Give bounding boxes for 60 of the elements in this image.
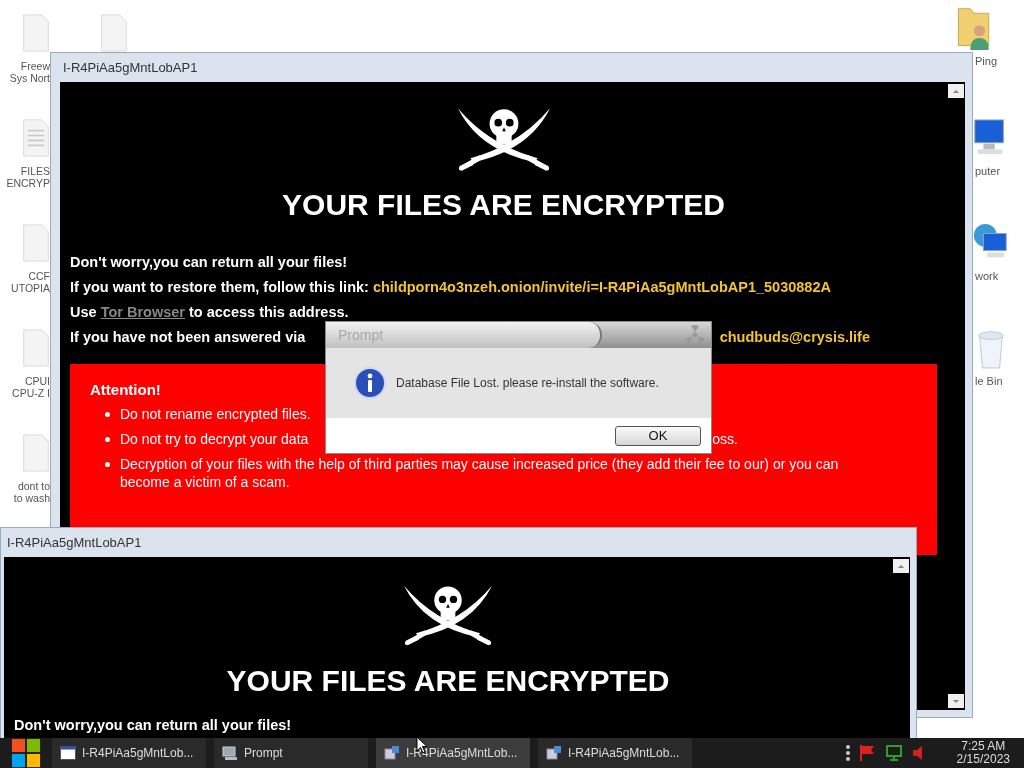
warning-text: Decryption of your files with the help of third parties may cause increased price (they add their fee to our) or you can become a victim of a scam. [120, 455, 840, 491]
window-title: I-R4PiAa5gMntLobAP1 [7, 535, 142, 550]
clock-date: 2/15/2023 [956, 753, 1010, 766]
clock-time: 7:25 AM [961, 740, 1006, 753]
bullet-icon [105, 437, 110, 442]
message-text: Don't worry,you can return all your files! [70, 254, 348, 270]
icon-label: work [975, 270, 999, 282]
taskbar-button[interactable]: I-R4PiAa5gMntLob... [538, 738, 692, 768]
tor-link[interactable]: Tor Browser [100, 304, 185, 320]
message-text: If you have not been answered via [70, 328, 306, 347]
computer-icon [222, 746, 238, 760]
icon-label: CCF [28, 270, 50, 282]
icon-label: CPUI [24, 375, 50, 387]
icon-label: puter [975, 165, 1001, 177]
taskbar-button[interactable]: I-R4PiAa5gMntLob... [52, 738, 206, 768]
bullet-icon [105, 462, 110, 467]
icon-label: Freew [20, 60, 50, 72]
ok-button[interactable]: OK [615, 425, 701, 446]
dialog-title: Prompt [338, 327, 384, 343]
up-arrow-icon [897, 563, 905, 569]
scroll-up-button[interactable] [948, 84, 964, 98]
address-link[interactable]: chudbuds@crysis.life [719, 325, 870, 350]
note-heading: YOUR FILES ARE ENCRYPTED [282, 187, 725, 223]
taskbar-button[interactable]: Prompt [214, 738, 368, 768]
bullet-icon [105, 412, 110, 417]
scroll-down-button[interactable] [948, 694, 964, 708]
icon-label: dont to [17, 480, 50, 492]
icon-label: UTOPIA [11, 282, 50, 294]
taskbar-button[interactable]: I-R4PiAa5gMntLob... [376, 738, 530, 768]
dialog-message: Database File Lost. please re-install the software. [396, 376, 659, 390]
icon-label: Sys Nort [9, 72, 50, 84]
down-arrow-icon [952, 698, 960, 704]
icon-label: ENCRYP [6, 177, 50, 189]
warning-text: oss. [712, 430, 738, 448]
four-squares-icon [11, 738, 41, 768]
window-title: I-R4PiAa5gMntLobAP1 [63, 60, 198, 75]
icon-label: to wash [13, 492, 50, 504]
note-heading: YOUR FILES ARE ENCRYPTED [226, 663, 670, 699]
icon-label: Ping [975, 55, 998, 67]
warning-text: Do not try to decrypt your data [120, 430, 309, 448]
flag-icon[interactable] [858, 744, 877, 762]
clock[interactable]: 7:25 AM 2/15/2023 [956, 740, 1010, 766]
icon-label: FILES [20, 165, 50, 177]
attention-title: Attention! [90, 380, 161, 399]
message-text: Don't worry,you can return all your files! [14, 717, 292, 733]
warning-text: Do not rename encrypted files. [120, 405, 311, 423]
app-icon [546, 746, 562, 760]
icon-label: CPU-Z I [12, 387, 50, 399]
message-text: If you want to restore them, follow this link: childporn4o3nzeh.onion/invite/i=I-R4PiAa5gMntLobAP1_5030882A [70, 279, 831, 295]
icon-label: le Bin [975, 375, 1003, 387]
window-icon [60, 746, 76, 760]
up-arrow-icon [952, 88, 960, 94]
radiation-icon [685, 325, 705, 345]
info-icon [354, 367, 386, 399]
message-text: Use Tor Browser to access this address. [70, 304, 349, 320]
app-icon [384, 746, 400, 760]
address-link[interactable]: childporn4o3nzeh.onion/invite/i=I-R4PiAa5gMntLobAP1_5030882A [372, 279, 831, 295]
scroll-up-button[interactable] [893, 559, 909, 573]
more-icon[interactable] [844, 744, 851, 762]
monitor-icon[interactable] [884, 744, 903, 762]
